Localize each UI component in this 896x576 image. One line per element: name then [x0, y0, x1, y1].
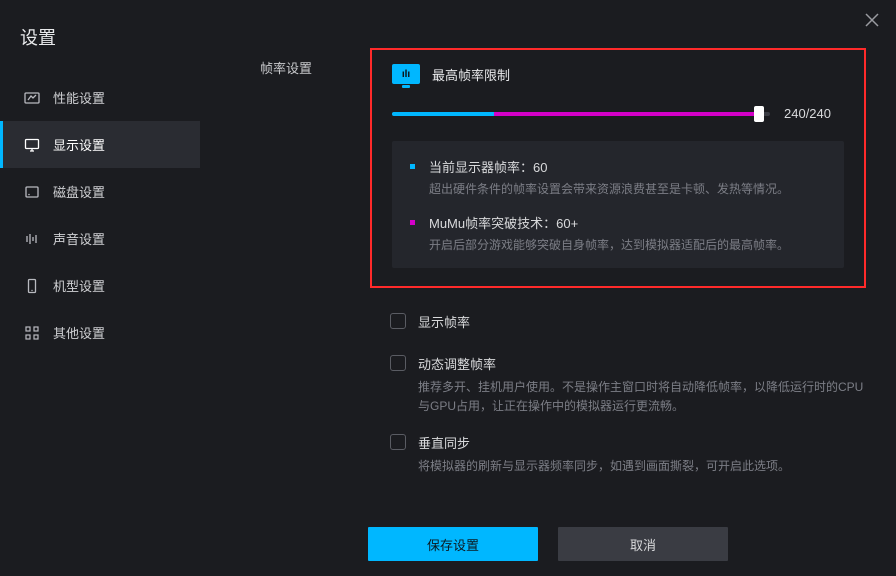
sidebar-item-disk[interactable]: 磁盘设置 — [0, 168, 200, 215]
sidebar-item-performance[interactable]: 性能设置 — [0, 74, 200, 121]
checkbox-vsync-label: 垂直同步 — [418, 433, 790, 452]
fps-slider-value: 240/240 — [784, 106, 844, 121]
sidebar-item-display[interactable]: 显示设置 — [0, 121, 200, 168]
gauge-icon — [23, 89, 41, 107]
sidebar-item-other[interactable]: 其他设置 — [0, 309, 200, 356]
sidebar-item-label: 性能设置 — [53, 88, 105, 107]
monitor-icon — [23, 136, 41, 154]
checkbox-dynamic-fps[interactable] — [390, 355, 406, 371]
checkbox-show-fps[interactable] — [390, 313, 406, 329]
sound-icon — [23, 230, 41, 248]
main-content: 帧率设置 ılı 最高帧率限制 240/240 — [200, 0, 896, 512]
fps-slider[interactable] — [392, 112, 770, 116]
sidebar-item-device[interactable]: 机型设置 — [0, 262, 200, 309]
fps-limit-title: 最高帧率限制 — [432, 65, 510, 84]
fps-monitor-icon: ılı — [392, 64, 420, 84]
sidebar-item-label: 其他设置 — [53, 323, 105, 342]
footer: 保存设置 取消 — [200, 512, 896, 576]
slider-thumb[interactable] — [754, 106, 764, 122]
info-monitor-fps-title: 当前显示器帧率：60 — [429, 157, 789, 176]
sidebar-item-label: 机型设置 — [53, 276, 105, 295]
section-label: 帧率设置 — [260, 48, 370, 77]
bullet-icon — [410, 220, 415, 225]
fps-limit-panel: ılı 最高帧率限制 240/240 当前显示器帧率：60 — [370, 48, 866, 288]
checkbox-show-fps-label: 显示帧率 — [418, 312, 470, 331]
phone-icon — [23, 277, 41, 295]
sidebar-item-label: 显示设置 — [53, 135, 105, 154]
checkbox-dynamic-fps-desc: 推荐多开、挂机用户使用。不是操作主窗口时将自动降低帧率，以降低运行时的CPU与G… — [418, 378, 866, 415]
info-mumu-fps-title: MuMu帧率突破技术：60+ — [429, 213, 789, 232]
checkbox-vsync-desc: 将模拟器的刷新与显示器频率同步，如遇到画面撕裂，可开启此选项。 — [418, 457, 790, 476]
sidebar: 设置 性能设置 显示设置 磁盘设置 声音设置 机型设置 其他设置 — [0, 0, 200, 576]
sidebar-item-label: 磁盘设置 — [53, 182, 105, 201]
info-mumu-fps-desc: 开启后部分游戏能够突破自身帧率，达到模拟器适配后的最高帧率。 — [429, 236, 789, 255]
page-title: 设置 — [0, 24, 200, 74]
bullet-icon — [410, 164, 415, 169]
save-button[interactable]: 保存设置 — [368, 527, 538, 561]
checkbox-dynamic-fps-label: 动态调整帧率 — [418, 354, 866, 373]
sidebar-item-label: 声音设置 — [53, 229, 105, 248]
info-monitor-fps-desc: 超出硬件条件的帧率设置会带来资源浪费甚至是卡顿、发热等情况。 — [429, 180, 789, 199]
disk-icon — [23, 183, 41, 201]
sidebar-item-sound[interactable]: 声音设置 — [0, 215, 200, 262]
checkbox-vsync[interactable] — [390, 434, 406, 450]
grid-icon — [23, 324, 41, 342]
cancel-button[interactable]: 取消 — [558, 527, 728, 561]
fps-info-box: 当前显示器帧率：60 超出硬件条件的帧率设置会带来资源浪费甚至是卡顿、发热等情况… — [392, 141, 844, 268]
